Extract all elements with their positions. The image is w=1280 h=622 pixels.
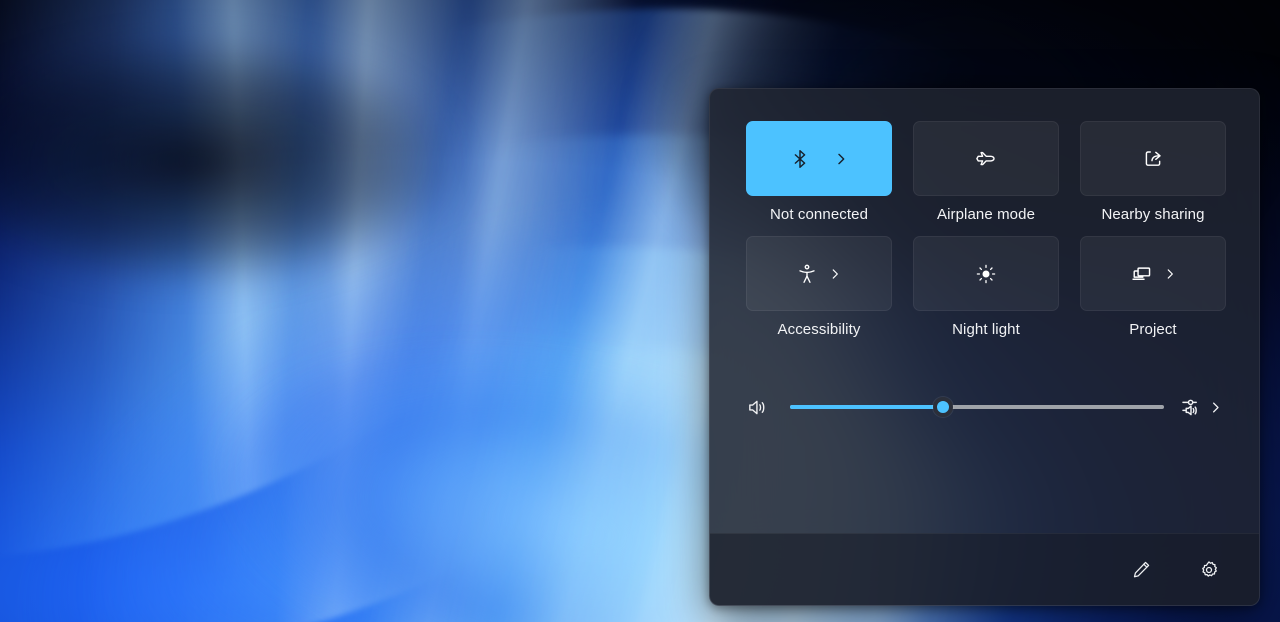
tile-airplane-mode[interactable] [913, 121, 1059, 196]
tile-label-night-light: Night light [952, 321, 1020, 338]
brightness-sun-icon [974, 262, 998, 286]
bluetooth-icon [789, 148, 811, 170]
tile-accessibility[interactable] [746, 236, 892, 311]
quick-settings-tiles-grid: Not connected Airplane mode Nearby shari… [746, 121, 1226, 339]
gear-settings-icon[interactable] [1189, 550, 1229, 590]
tile-cell-bluetooth: Not connected [746, 121, 892, 224]
tile-nearby-sharing[interactable] [1080, 121, 1226, 196]
pencil-edit-icon[interactable] [1121, 550, 1161, 590]
tile-cell-night-light: Night light [913, 236, 1059, 339]
volume-control-row [746, 387, 1223, 427]
tile-cell-airplane-mode: Airplane mode [913, 121, 1059, 224]
volume-slider-thumb[interactable] [933, 397, 954, 417]
project-screens-icon [1130, 262, 1153, 285]
tile-label-project: Project [1129, 321, 1177, 338]
tile-cell-nearby-sharing: Nearby sharing [1080, 121, 1226, 224]
tile-night-light[interactable] [913, 236, 1059, 311]
tile-bluetooth[interactable] [746, 121, 892, 196]
chevron-right-icon[interactable] [1208, 400, 1223, 415]
quick-settings-panel: Not connected Airplane mode Nearby shari… [709, 88, 1260, 606]
audio-mixer-icon [1180, 395, 1204, 419]
tile-label-airplane-mode: Airplane mode [936, 206, 1036, 223]
speaker-volume-icon[interactable] [746, 396, 790, 419]
accessibility-person-icon [796, 263, 818, 285]
quick-settings-footer [710, 533, 1259, 605]
tile-label-nearby-sharing: Nearby sharing [1101, 206, 1205, 223]
audio-output-selector[interactable] [1180, 395, 1223, 419]
tile-cell-project: Project [1080, 236, 1226, 339]
quick-settings-body: Not connected Airplane mode Nearby shari… [710, 89, 1259, 533]
chevron-right-icon[interactable] [833, 151, 849, 167]
tile-cell-accessibility: Accessibility [746, 236, 892, 339]
volume-slider[interactable] [790, 395, 1164, 419]
chevron-right-icon[interactable] [1163, 267, 1177, 281]
tile-project[interactable] [1080, 236, 1226, 311]
chevron-right-icon[interactable] [828, 267, 842, 281]
volume-slider-fill [790, 405, 944, 409]
airplane-icon [974, 147, 998, 171]
tile-label-bluetooth: Not connected [769, 206, 869, 223]
share-icon [1142, 147, 1165, 170]
tile-label-accessibility: Accessibility [777, 321, 861, 338]
